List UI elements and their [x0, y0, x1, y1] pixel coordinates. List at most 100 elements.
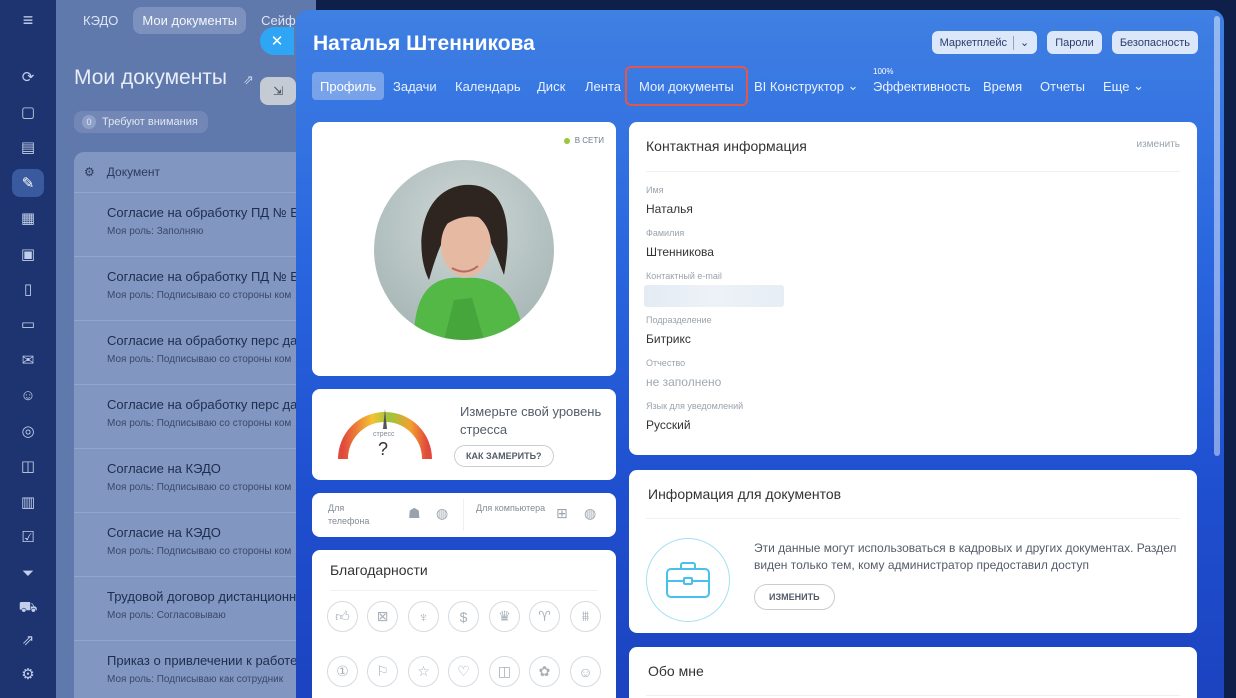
thanks-card: Благодарности 👍︎ ⊠ ♆ $ ♛ ♈ ⩩ ① ⚐ ☆ ♡ ◫ ✿… [312, 550, 616, 698]
mail-icon[interactable]: ✉ [12, 346, 44, 374]
money-icon[interactable]: $ [448, 601, 479, 632]
crown-icon[interactable]: ♛ [489, 601, 520, 632]
profile-name: Наталья Штенникова [313, 32, 535, 55]
first-place-icon[interactable]: ① [327, 656, 358, 687]
tab-my-documents[interactable]: Мои документы [625, 66, 748, 106]
monitor-icon[interactable]: ▥ [12, 488, 44, 516]
online-dot [563, 137, 570, 144]
document-info-title: Информация для документов [648, 486, 842, 502]
row-title[interactable]: Согласие на КЭДО [107, 461, 316, 476]
flower-icon[interactable]: ✿ [529, 656, 560, 687]
calendar-icon[interactable]: ▦ [12, 204, 44, 232]
row-title[interactable]: Согласие на обработку перс дан [107, 397, 316, 412]
apple-icon[interactable]: ◍ [436, 505, 448, 522]
tab-kedo[interactable]: КЭДО [74, 7, 127, 34]
tab-more[interactable]: Еще ⌄ [1103, 72, 1144, 100]
tab-calendar[interactable]: Календарь [455, 72, 521, 100]
pin-icon[interactable]: ⇗ [243, 72, 254, 88]
table-row[interactable]: Согласие на КЭДО Моя роль: Подписываю со … [74, 448, 316, 512]
table-row[interactable]: Согласие на обработку перс дан Моя роль: … [74, 384, 316, 448]
tasks-icon[interactable]: ▤ [12, 133, 44, 161]
row-title[interactable]: Согласие на КЭДО [107, 525, 316, 540]
settings-icon[interactable]: ⚙ [12, 660, 44, 688]
chat-icon[interactable]: ▢ [12, 98, 44, 126]
tab-bi-constructor[interactable]: BI Конструктор ⌄ [754, 72, 859, 100]
drive-icon[interactable]: ▭ [12, 310, 44, 338]
tab-reports[interactable]: Отчеты [1040, 72, 1085, 100]
smile-icon[interactable]: ☺ [570, 656, 601, 687]
left-sidebar: ≡ ⟳ ▢ ▤ ✎ ▦ ▣ ▯ ▭ ✉ ☺ ◎ ◫ ▥ ☑ ⏷ ⛟ ⇗ ⚙ [0, 0, 56, 698]
tab-efficiency[interactable]: 100% Эффективность [873, 67, 971, 100]
tab-bi-label: BI Конструктор [754, 78, 845, 94]
email-value-redacted [644, 285, 784, 307]
close-icon[interactable]: ✕ [260, 27, 294, 55]
briefcase-icon [646, 538, 730, 622]
scrollbar[interactable] [1214, 16, 1220, 456]
cake-icon[interactable]: ⩩ [570, 601, 601, 632]
attention-filter[interactable]: 0 Требуют внимания [74, 111, 208, 133]
cocktail-icon[interactable]: ♈ [529, 601, 560, 632]
thanks-title: Благодарности [330, 562, 428, 578]
sign-button-icon[interactable]: ⇲ [260, 77, 296, 105]
divider [646, 695, 1180, 696]
gift-icon[interactable]: ⊠ [367, 601, 398, 632]
row-title[interactable]: Трудовой договор дистанционн [107, 589, 316, 604]
first-name-label: Имя [646, 185, 664, 195]
table-row[interactable]: Согласие на обработку перс дан Моя роль: … [74, 320, 316, 384]
edit-button[interactable]: ИЗМЕНИТЬ [754, 584, 835, 610]
macos-icon[interactable]: ◍ [584, 505, 596, 522]
marketplace-label: Маркетплейс [939, 36, 1008, 49]
like-icon[interactable]: 👍︎ [327, 601, 358, 632]
filter-icon[interactable]: ⏷ [12, 559, 44, 587]
android-icon[interactable]: ☗ [408, 505, 421, 522]
contact-edit-link[interactable]: изменить [1136, 139, 1180, 150]
users-icon[interactable]: ☺ [12, 381, 44, 409]
tab-tasks[interactable]: Задачи [393, 72, 437, 100]
row-title[interactable]: Приказ о привлечении к работе [107, 653, 316, 668]
row-title[interactable]: Согласие на обработку перс дан [107, 333, 316, 348]
passwords-button[interactable]: Пароли [1047, 31, 1102, 54]
row-title[interactable]: Согласие на обработку ПД № Б/ [107, 205, 316, 220]
star-icon[interactable]: ☆ [408, 656, 439, 687]
table-row[interactable]: Согласие на обработку ПД № Б/Моя роль: П… [74, 256, 316, 320]
patronymic-label: Отчество [646, 358, 686, 368]
photo-card: В СЕТИ [312, 122, 616, 376]
file-icon[interactable]: ▯ [12, 275, 44, 303]
stress-text: Измерьте свой уровень стресса [460, 404, 602, 437]
row-title[interactable]: Согласие на обработку ПД № Б/ [107, 269, 316, 284]
documents-icon[interactable]: ✎ [12, 169, 44, 197]
avatar[interactable] [374, 160, 554, 340]
tab-feed[interactable]: Лента [585, 72, 621, 100]
tab-my-documents[interactable]: Мои документы [133, 7, 247, 34]
checkbox-icon[interactable]: ☑ [12, 523, 44, 551]
contact-title: Контактная информация [646, 138, 807, 154]
table-row[interactable]: Трудовой договор дистанционн Моя роль: Со… [74, 576, 316, 640]
heart-icon[interactable]: ♡ [448, 656, 479, 687]
chevron-down-icon: ⌄ [1133, 78, 1144, 93]
pulse-icon[interactable]: ⟳ [12, 63, 44, 91]
department-value[interactable]: Битрикс [646, 332, 691, 346]
shop-icon[interactable]: ◫ [12, 452, 44, 480]
circle-icon[interactable]: ◎ [12, 417, 44, 445]
tab-disk[interactable]: Диск [537, 72, 565, 100]
cart-icon[interactable]: ⛟ [12, 594, 44, 622]
crm-icon[interactable]: ▣ [12, 240, 44, 268]
tab-time[interactable]: Время [983, 72, 1022, 100]
table-row[interactable]: Согласие на КЭДО Моя роль: Подписываю со … [74, 512, 316, 576]
tab-profile[interactable]: Профиль [312, 72, 385, 100]
security-button[interactable]: Безопасность [1111, 31, 1198, 54]
table-row[interactable]: Согласие на обработку ПД № Б/Моя роль: З… [74, 192, 316, 256]
divider [1013, 35, 1015, 50]
flag-icon[interactable]: ⚐ [367, 656, 398, 687]
marketplace-button[interactable]: Маркетплейс ⌄ [931, 31, 1038, 54]
table-row[interactable]: Приказ о привлечении к работе Моя роль: П… [74, 640, 316, 698]
pin-icon[interactable]: ⇗ [12, 626, 44, 654]
grid-header-document: Документ [106, 165, 160, 179]
beer-icon[interactable]: ◫ [489, 656, 520, 687]
chevron-down-icon[interactable]: ⌄ [1020, 36, 1029, 49]
hamburger-menu-icon[interactable]: ≡ [0, 0, 56, 40]
how-to-measure-button[interactable]: КАК ЗАМЕРИТЬ? [454, 445, 554, 467]
cup-icon[interactable]: ♆ [408, 601, 439, 632]
gear-icon[interactable]: ⚙ [84, 165, 95, 179]
windows-icon[interactable]: ⊞ [556, 505, 568, 522]
